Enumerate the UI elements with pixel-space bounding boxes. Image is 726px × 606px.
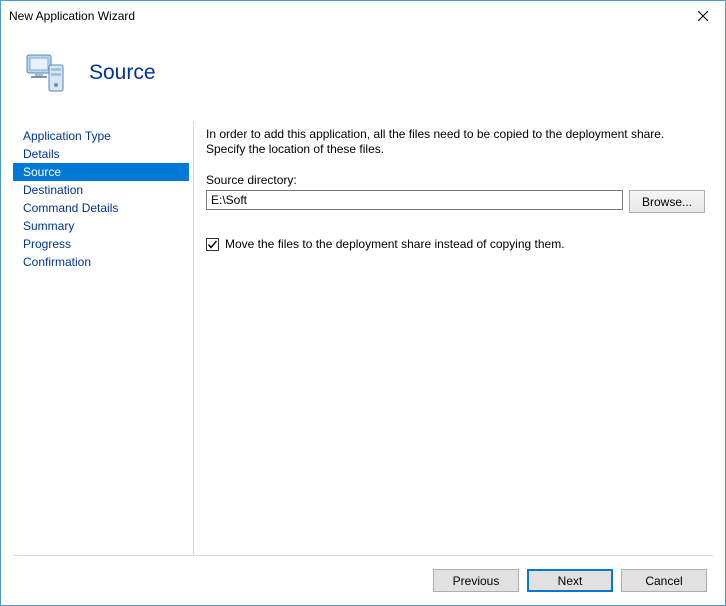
computer-icon	[21, 49, 69, 97]
sidebar-item-summary[interactable]: Summary	[13, 217, 189, 235]
wizard-sidebar: Application Type Details Source Destinat…	[13, 121, 189, 555]
wizard-window: New Application Wizard Source Ap	[0, 0, 726, 606]
cancel-button[interactable]: Cancel	[621, 569, 707, 592]
sidebar-item-application-type[interactable]: Application Type	[13, 127, 189, 145]
wizard-footer: Previous Next Cancel	[13, 555, 713, 605]
sidebar-item-command-details[interactable]: Command Details	[13, 199, 189, 217]
wizard-icon	[21, 49, 69, 97]
sidebar-item-destination[interactable]: Destination	[13, 181, 189, 199]
close-icon	[698, 11, 708, 21]
title-bar: New Application Wizard	[1, 1, 725, 31]
wizard-header: Source	[1, 31, 725, 121]
page-title: Source	[89, 61, 156, 85]
next-button[interactable]: Next	[527, 569, 613, 592]
source-directory-input[interactable]	[206, 190, 623, 210]
move-files-label: Move the files to the deployment share i…	[225, 237, 565, 251]
sidebar-item-progress[interactable]: Progress	[13, 235, 189, 253]
move-files-row: Move the files to the deployment share i…	[206, 237, 705, 251]
source-directory-label: Source directory:	[206, 173, 705, 187]
browse-button[interactable]: Browse...	[629, 190, 705, 213]
instruction-text: In order to add this application, all th…	[206, 127, 705, 157]
move-files-checkbox[interactable]	[206, 238, 219, 251]
sidebar-item-details[interactable]: Details	[13, 145, 189, 163]
sidebar-item-confirmation[interactable]: Confirmation	[13, 253, 189, 271]
content-area: Application Type Details Source Destinat…	[1, 121, 725, 555]
sidebar-item-source[interactable]: Source	[13, 163, 189, 181]
source-directory-row: Browse...	[206, 190, 705, 213]
close-button[interactable]	[680, 2, 725, 31]
main-pane: In order to add this application, all th…	[193, 121, 713, 555]
checkmark-icon	[207, 239, 218, 250]
previous-button[interactable]: Previous	[433, 569, 519, 592]
window-title: New Application Wizard	[9, 9, 680, 23]
